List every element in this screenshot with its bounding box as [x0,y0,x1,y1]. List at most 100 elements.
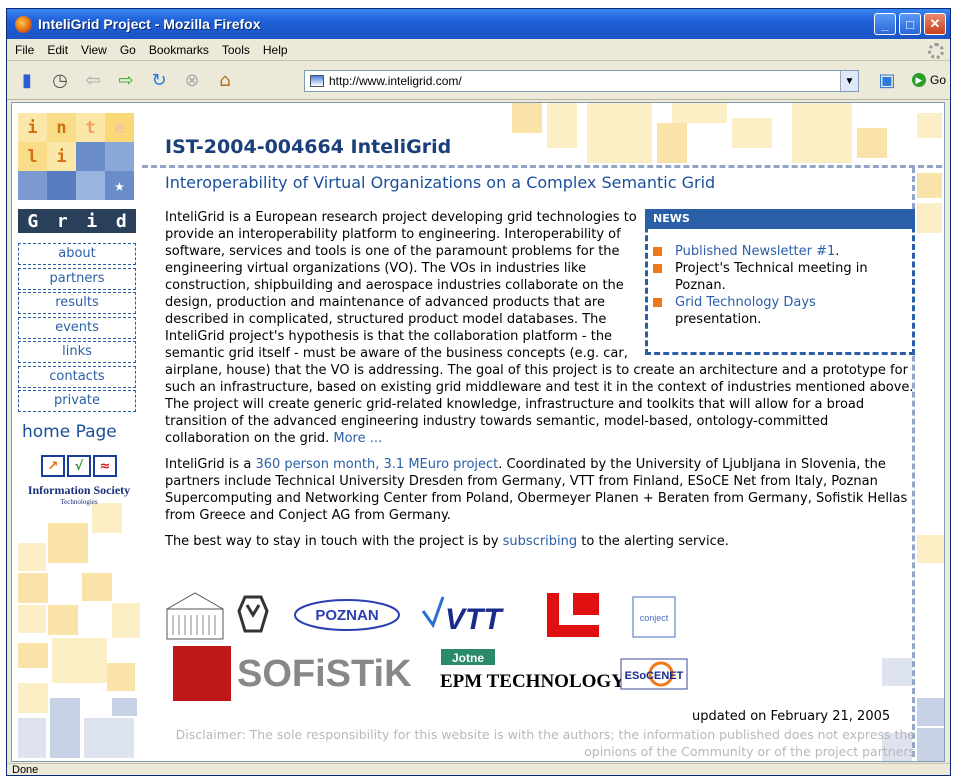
news-box: NEWS Published Newsletter #1. Project's … [645,209,915,355]
navigation-toolbar: ▮ ◷ ⇦ ⇨ ↻ ⊗ ⌂ http://www.inteligrid.com/… [7,62,950,100]
nav-results[interactable]: results [18,292,136,314]
svg-text:POZNAN: POZNAN [315,607,378,624]
svg-text:VTT: VTT [445,603,504,636]
decor-square [792,103,852,163]
news-item: Project's Technical meeting in Poznan. [653,260,904,294]
decor-square [48,523,88,563]
nav-about[interactable]: about [18,243,136,265]
menu-tools[interactable]: Tools [222,43,250,57]
url-bar[interactable]: http://www.inteligrid.com/ ▼ [304,70,859,92]
minimize-button[interactable]: _ [874,13,896,35]
svg-text:EPM TECHNOLOGY: EPM TECHNOLOGY [440,671,625,692]
decor-square [657,123,687,163]
svg-text:Jotne: Jotne [452,651,484,665]
forward-icon[interactable]: ⇨ [113,68,139,94]
logo-letter: e [105,113,134,142]
news-item: Grid Technology Days presentation. [653,294,904,328]
logo-letter: i [18,113,47,142]
tu-dresden-logo [237,595,269,633]
partners-paragraph: InteliGrid is a 360 person month, 3.1 ME… [165,457,908,523]
svg-text:ESoCENET: ESoCENET [625,670,684,682]
sofistik-logo: SOFiSTiK [237,653,412,695]
status-bar: Done [7,763,950,777]
esocenet-logo: ESoCENET [620,658,688,690]
decor-square [547,103,577,148]
firefox-icon [15,15,32,33]
decor-square [732,118,772,148]
nav-events[interactable]: events [18,316,136,339]
nav-contacts[interactable]: contacts [18,365,136,388]
news-item: Published Newsletter #1. [653,243,904,260]
close-button[interactable]: ✕ [924,13,946,35]
epfl-logo [547,593,599,637]
decor-square [18,643,48,668]
menu-view[interactable]: View [81,43,107,57]
menu-help[interactable]: Help [263,43,288,57]
logo-letter: i [47,142,76,171]
subscribe-paragraph: The best way to stay in touch with the p… [165,534,729,549]
page-subtitle: Interoperability of Virtual Organization… [165,173,716,192]
decor-square [917,113,942,138]
vtt-logo: VTT [421,596,504,636]
conject-logo: conject [632,596,676,638]
home-icon[interactable]: ⌂ [212,68,238,94]
decor-square [18,683,48,713]
decor-square [512,103,542,133]
decor-square [18,718,46,758]
back-icon[interactable]: ⇦ [80,68,106,94]
wave-icon: √ [67,455,91,477]
decor-square [917,535,944,563]
page-content: i n t e l i ★ G r i d about partners res… [11,102,945,762]
news-title: NEWS [645,209,915,229]
stop-icon[interactable]: ⊗ [179,68,205,94]
decor-square [18,605,46,633]
menu-bar: File Edit View Go Bookmarks Tools Help [7,39,950,61]
decor-square [672,103,727,123]
url-text: http://www.inteligrid.com/ [329,74,462,88]
grid-days-link[interactable]: Grid Technology Days [675,295,816,310]
menu-go[interactable]: Go [120,43,136,57]
nav-partners[interactable]: partners [18,267,136,290]
logo-letter: n [47,113,76,142]
more-link[interactable]: More ... [333,431,382,446]
svg-text:SOFiSTiK: SOFiSTiK [237,653,412,695]
decor-square [917,728,944,761]
decor-square [84,718,134,758]
decor-square [107,663,135,691]
decor-square [112,698,137,716]
decor-square [18,573,48,603]
project-link[interactable]: 360 person month, 3.1 MEuro project [255,457,498,472]
sidebar-bookmarks-icon[interactable]: ▮ [14,68,40,94]
poznan-logo: POZNAN [294,599,400,631]
logos-svg: POZNAN VTT conject SOFiSTiK Jotne EPM TE… [166,592,688,701]
reload-icon[interactable]: ↻ [146,68,172,94]
updated-date: updated on February 21, 2005 [692,709,891,724]
subscribe-link[interactable]: subscribing [503,534,578,549]
decor-square [857,128,887,158]
menu-bookmarks[interactable]: Bookmarks [149,43,209,57]
ist-logo[interactable]: ↗ √ ≈ Information Society Technologies [20,455,138,506]
maximize-button[interactable]: □ [899,13,921,35]
decor-square [882,658,912,686]
go-button[interactable]: ▶ Go [912,73,946,87]
ljubljana-building-logo [166,592,224,640]
history-icon[interactable]: ◷ [47,68,73,94]
menu-file[interactable]: File [15,43,34,57]
arrow-icon: ↗ [41,455,65,477]
menu-edit[interactable]: Edit [47,43,68,57]
logo-letter: l [18,142,47,171]
newsletter-link[interactable]: Published Newsletter #1 [675,244,835,259]
nav-private[interactable]: private [18,390,136,412]
title-bar: InteliGrid Project - Mozilla Firefox _ □… [7,9,950,39]
svg-text:conject: conject [640,613,669,623]
browser-window: InteliGrid Project - Mozilla Firefox _ □… [6,8,951,776]
new-tab-icon[interactable]: ▣ [874,68,900,94]
grid-label: G r i d [18,209,136,233]
partner-logos: POZNAN VTT conject SOFiSTiK Jotne EPM TE… [165,591,725,711]
go-arrow-icon: ▶ [912,73,926,87]
nav-links[interactable]: links [18,341,136,363]
home-page-link[interactable]: home Page [22,422,117,442]
disclaimer: Disclaimer: The sole responsibility for … [175,727,915,759]
throbber-icon [928,43,944,59]
chevron-down-icon[interactable]: ▼ [840,71,858,91]
